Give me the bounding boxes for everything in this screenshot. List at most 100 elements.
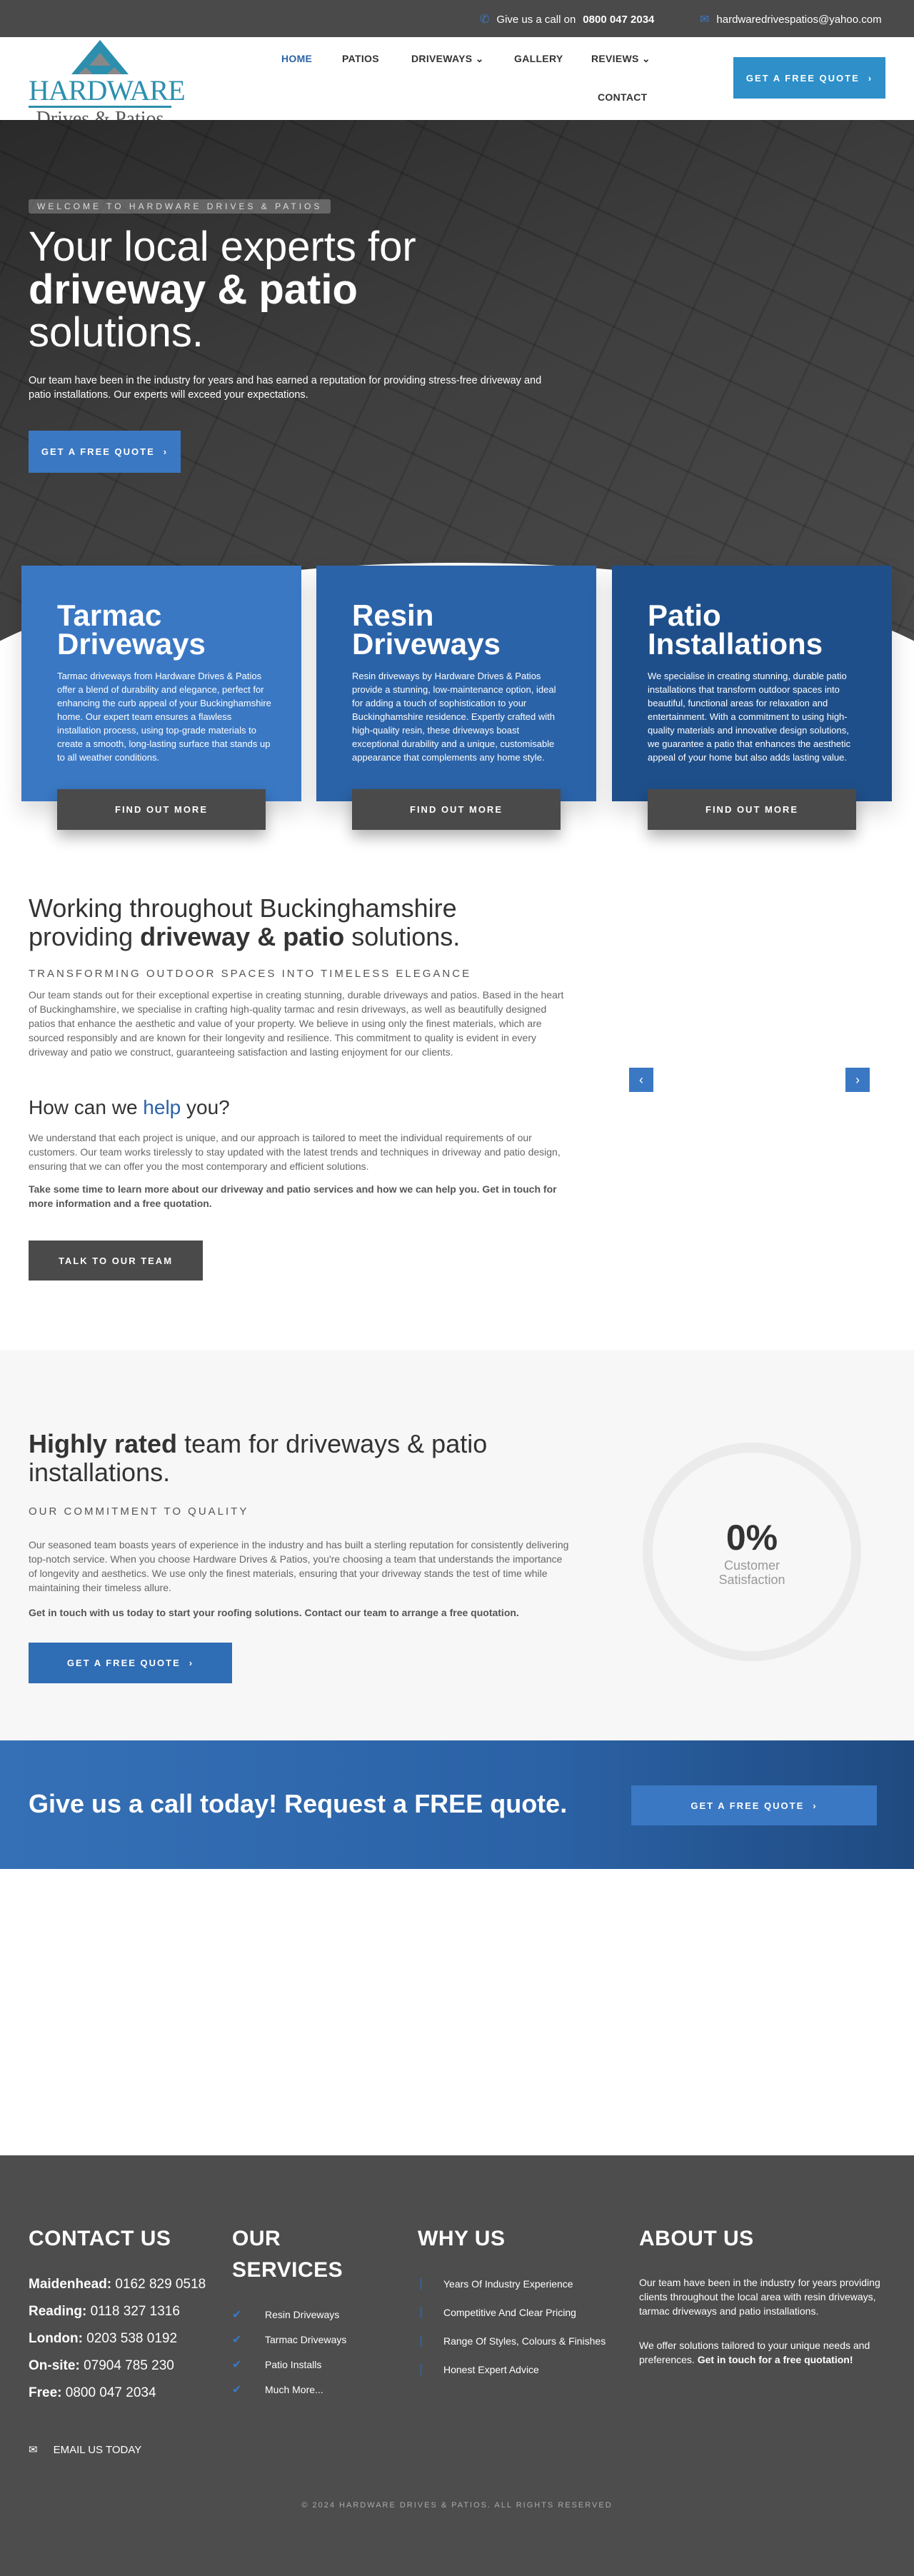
- about-title-line1: Working throughout Buckinghamshire: [29, 893, 457, 923]
- find-out-more-button[interactable]: FIND OUT MORE: [352, 789, 561, 830]
- why-item: Honest Expert Advice: [420, 2364, 539, 2375]
- find-out-more-button[interactable]: FIND OUT MORE: [57, 789, 266, 830]
- nav-reviews-label: REVIEWS: [591, 53, 639, 64]
- rated-quote-button[interactable]: GET A FREE QUOTE ›: [29, 1643, 232, 1683]
- about-subtitle: TRANSFORMING OUTDOOR SPACES INTO TIMELES…: [29, 968, 472, 980]
- chevron-right-icon: ›: [868, 72, 873, 84]
- email-info[interactable]: ✉ hardwaredrivespatios@yahoo.com: [700, 12, 882, 26]
- nav-driveways[interactable]: DRIVEWAYS ⌄: [411, 53, 484, 65]
- email-us-link[interactable]: ✉ EMAIL US TODAY: [29, 2443, 141, 2457]
- why-item: Years Of Industry Experience: [420, 2278, 573, 2290]
- hero-title-line3: solutions.: [29, 309, 204, 356]
- hero-title: Your local experts for driveway & patio …: [29, 226, 416, 354]
- help-text: We understand that each project is uniqu…: [29, 1132, 561, 1172]
- footer-contact-title: CONTACT US: [29, 2227, 171, 2250]
- logo[interactable]: HARDWARE Drives & Patios: [29, 40, 186, 132]
- card-text: Resin driveways by Hardware Drives & Pat…: [352, 671, 556, 763]
- footer-services-title: OUR SERVICES: [232, 2227, 343, 2282]
- call-prefix: Give us a call on: [496, 13, 576, 26]
- cta-quote-button[interactable]: GET A FREE QUOTE ›: [631, 1785, 877, 1825]
- why-item: Range Of Styles, Colours & Finishes: [420, 2335, 606, 2347]
- cta-quote-label: GET A FREE QUOTE: [690, 1800, 805, 1811]
- footer: CONTACT US Maidenhead: 0162 829 0518 Rea…: [0, 2155, 914, 2576]
- check-icon: ✔: [232, 2384, 242, 2396]
- nav-home[interactable]: HOME: [281, 53, 312, 64]
- nav-patios[interactable]: PATIOS: [342, 53, 379, 64]
- service-card-tarmac: Tarmac Driveways Tarmac driveways from Ha…: [21, 566, 301, 830]
- about-text: Our team stands out for their exceptiona…: [29, 989, 564, 1058]
- rated-subtitle: OUR COMMITMENT TO QUALITY: [29, 1505, 249, 1518]
- top-bar: ✆ Give us a call on 0800 047 2034 ✉ hard…: [0, 0, 914, 37]
- card-title: Tarmac Driveways: [57, 598, 206, 661]
- chevron-left-icon: ‹: [639, 1072, 643, 1087]
- chevron-down-icon: ⌄: [475, 53, 484, 64]
- footer-about-text2: We offer solutions tailored to your uniq…: [639, 2340, 870, 2365]
- contact-onsite[interactable]: On-site: 07904 785 230: [29, 2358, 174, 2374]
- stat-label: Customer Satisfaction: [718, 1558, 785, 1587]
- logo-line1: HARDWARE: [29, 74, 186, 108]
- rated-bold-text: Get in touch with us today to start your…: [29, 1607, 519, 1618]
- contact-london[interactable]: London: 0203 538 0192: [29, 2331, 177, 2347]
- talk-to-team-button[interactable]: TALK TO OUR TEAM: [29, 1241, 203, 1281]
- bullet-bar-icon: [420, 2278, 422, 2290]
- hero-title-bold: driveway & patio: [29, 266, 358, 313]
- copyright: © 2024 HARDWARE DRIVES & PATIOS. ALL RIG…: [301, 2501, 613, 2510]
- bullet-bar-icon: [420, 2364, 422, 2375]
- bullet-bar-icon: [420, 2307, 422, 2318]
- hero-text: Our team have been in the industry for y…: [29, 375, 542, 401]
- service-link[interactable]: ✔ Resin Driveways: [232, 2307, 339, 2322]
- service-card-patio: Patio Installations We specialise in crea…: [612, 566, 892, 830]
- header-quote-button[interactable]: GET A FREE QUOTE ›: [733, 57, 885, 99]
- stat-value: 0%: [725, 1518, 778, 1558]
- rated-title: Highly rated team for driveways & patio …: [29, 1429, 488, 1487]
- bullet-bar-icon: [420, 2335, 422, 2347]
- footer-about-title: ABOUT US: [639, 2227, 754, 2250]
- card-text: We specialise in creating stunning, dura…: [648, 671, 851, 763]
- check-icon: ✔: [232, 2309, 242, 2321]
- envelope-icon: ✉: [29, 2444, 38, 2456]
- chevron-right-icon: ›: [855, 1072, 860, 1087]
- header-quote-label: GET A FREE QUOTE: [745, 72, 860, 84]
- logo-triangle-icon: [71, 40, 129, 74]
- contact-maidenhead[interactable]: Maidenhead: 0162 829 0518: [29, 2277, 206, 2292]
- contact-reading[interactable]: Reading: 0118 327 1316: [29, 2304, 180, 2320]
- header: HARDWARE Drives & Patios HOME PATIOS DRI…: [0, 37, 914, 132]
- rated-text: Our seasoned team boasts years of experi…: [29, 1539, 569, 1593]
- card-title: Resin Driveways: [352, 598, 501, 661]
- footer-about-text: Our team have been in the industry for y…: [639, 2277, 880, 2317]
- footer-why-title: WHY US: [418, 2227, 506, 2250]
- nav-contact[interactable]: CONTACT: [598, 91, 648, 103]
- chevron-right-icon: ›: [163, 446, 169, 457]
- check-icon: ✔: [232, 2334, 242, 2346]
- card-text: Tarmac driveways from Hardware Drives & …: [57, 671, 271, 763]
- nav-reviews[interactable]: REVIEWS ⌄: [591, 53, 651, 65]
- envelope-icon: ✉: [700, 14, 710, 26]
- service-card-resin: Resin Driveways Resin driveways by Hardwa…: [316, 566, 596, 830]
- help-bold-text: Take some time to learn more about our d…: [29, 1183, 557, 1209]
- chevron-right-icon: ›: [189, 1658, 194, 1668]
- nav-driveways-label: DRIVEWAYS: [411, 53, 473, 64]
- nav-gallery[interactable]: GALLERY: [514, 53, 563, 64]
- card-title: Patio Installations: [648, 598, 823, 661]
- about-title: Working throughout Buckinghamshire provi…: [29, 894, 543, 951]
- contact-free[interactable]: Free: 0800 047 2034: [29, 2385, 156, 2401]
- call-info[interactable]: ✆ Give us a call on 0800 047 2034: [480, 12, 654, 26]
- chevron-right-icon: ›: [813, 1800, 818, 1811]
- phone-icon: ✆: [480, 14, 490, 26]
- cta-text: Give us a call today! Request a FREE quo…: [29, 1789, 568, 1818]
- welcome-badge: WELCOME TO HARDWARE DRIVES & PATIOS: [29, 199, 331, 214]
- service-link[interactable]: ✔ Tarmac Driveways: [232, 2332, 346, 2347]
- hero-quote-label: GET A FREE QUOTE: [41, 446, 155, 457]
- call-phone[interactable]: 0800 047 2034: [583, 14, 654, 26]
- slider-prev-button[interactable]: ‹: [629, 1068, 653, 1092]
- satisfaction-gauge: 0% Customer Satisfaction: [643, 1443, 861, 1661]
- service-link[interactable]: ✔ Patio Installs: [232, 2357, 321, 2372]
- slider-next-button[interactable]: ›: [845, 1068, 870, 1092]
- help-heading: How can we help you?: [29, 1096, 230, 1118]
- hero-quote-button[interactable]: GET A FREE QUOTE ›: [29, 431, 181, 473]
- service-link[interactable]: ✔ Much More...: [232, 2382, 323, 2397]
- rated-quote-label: GET A FREE QUOTE: [66, 1658, 181, 1668]
- email-address[interactable]: hardwaredrivespatios@yahoo.com: [716, 14, 881, 26]
- check-icon: ✔: [232, 2359, 242, 2371]
- find-out-more-button[interactable]: FIND OUT MORE: [648, 789, 856, 830]
